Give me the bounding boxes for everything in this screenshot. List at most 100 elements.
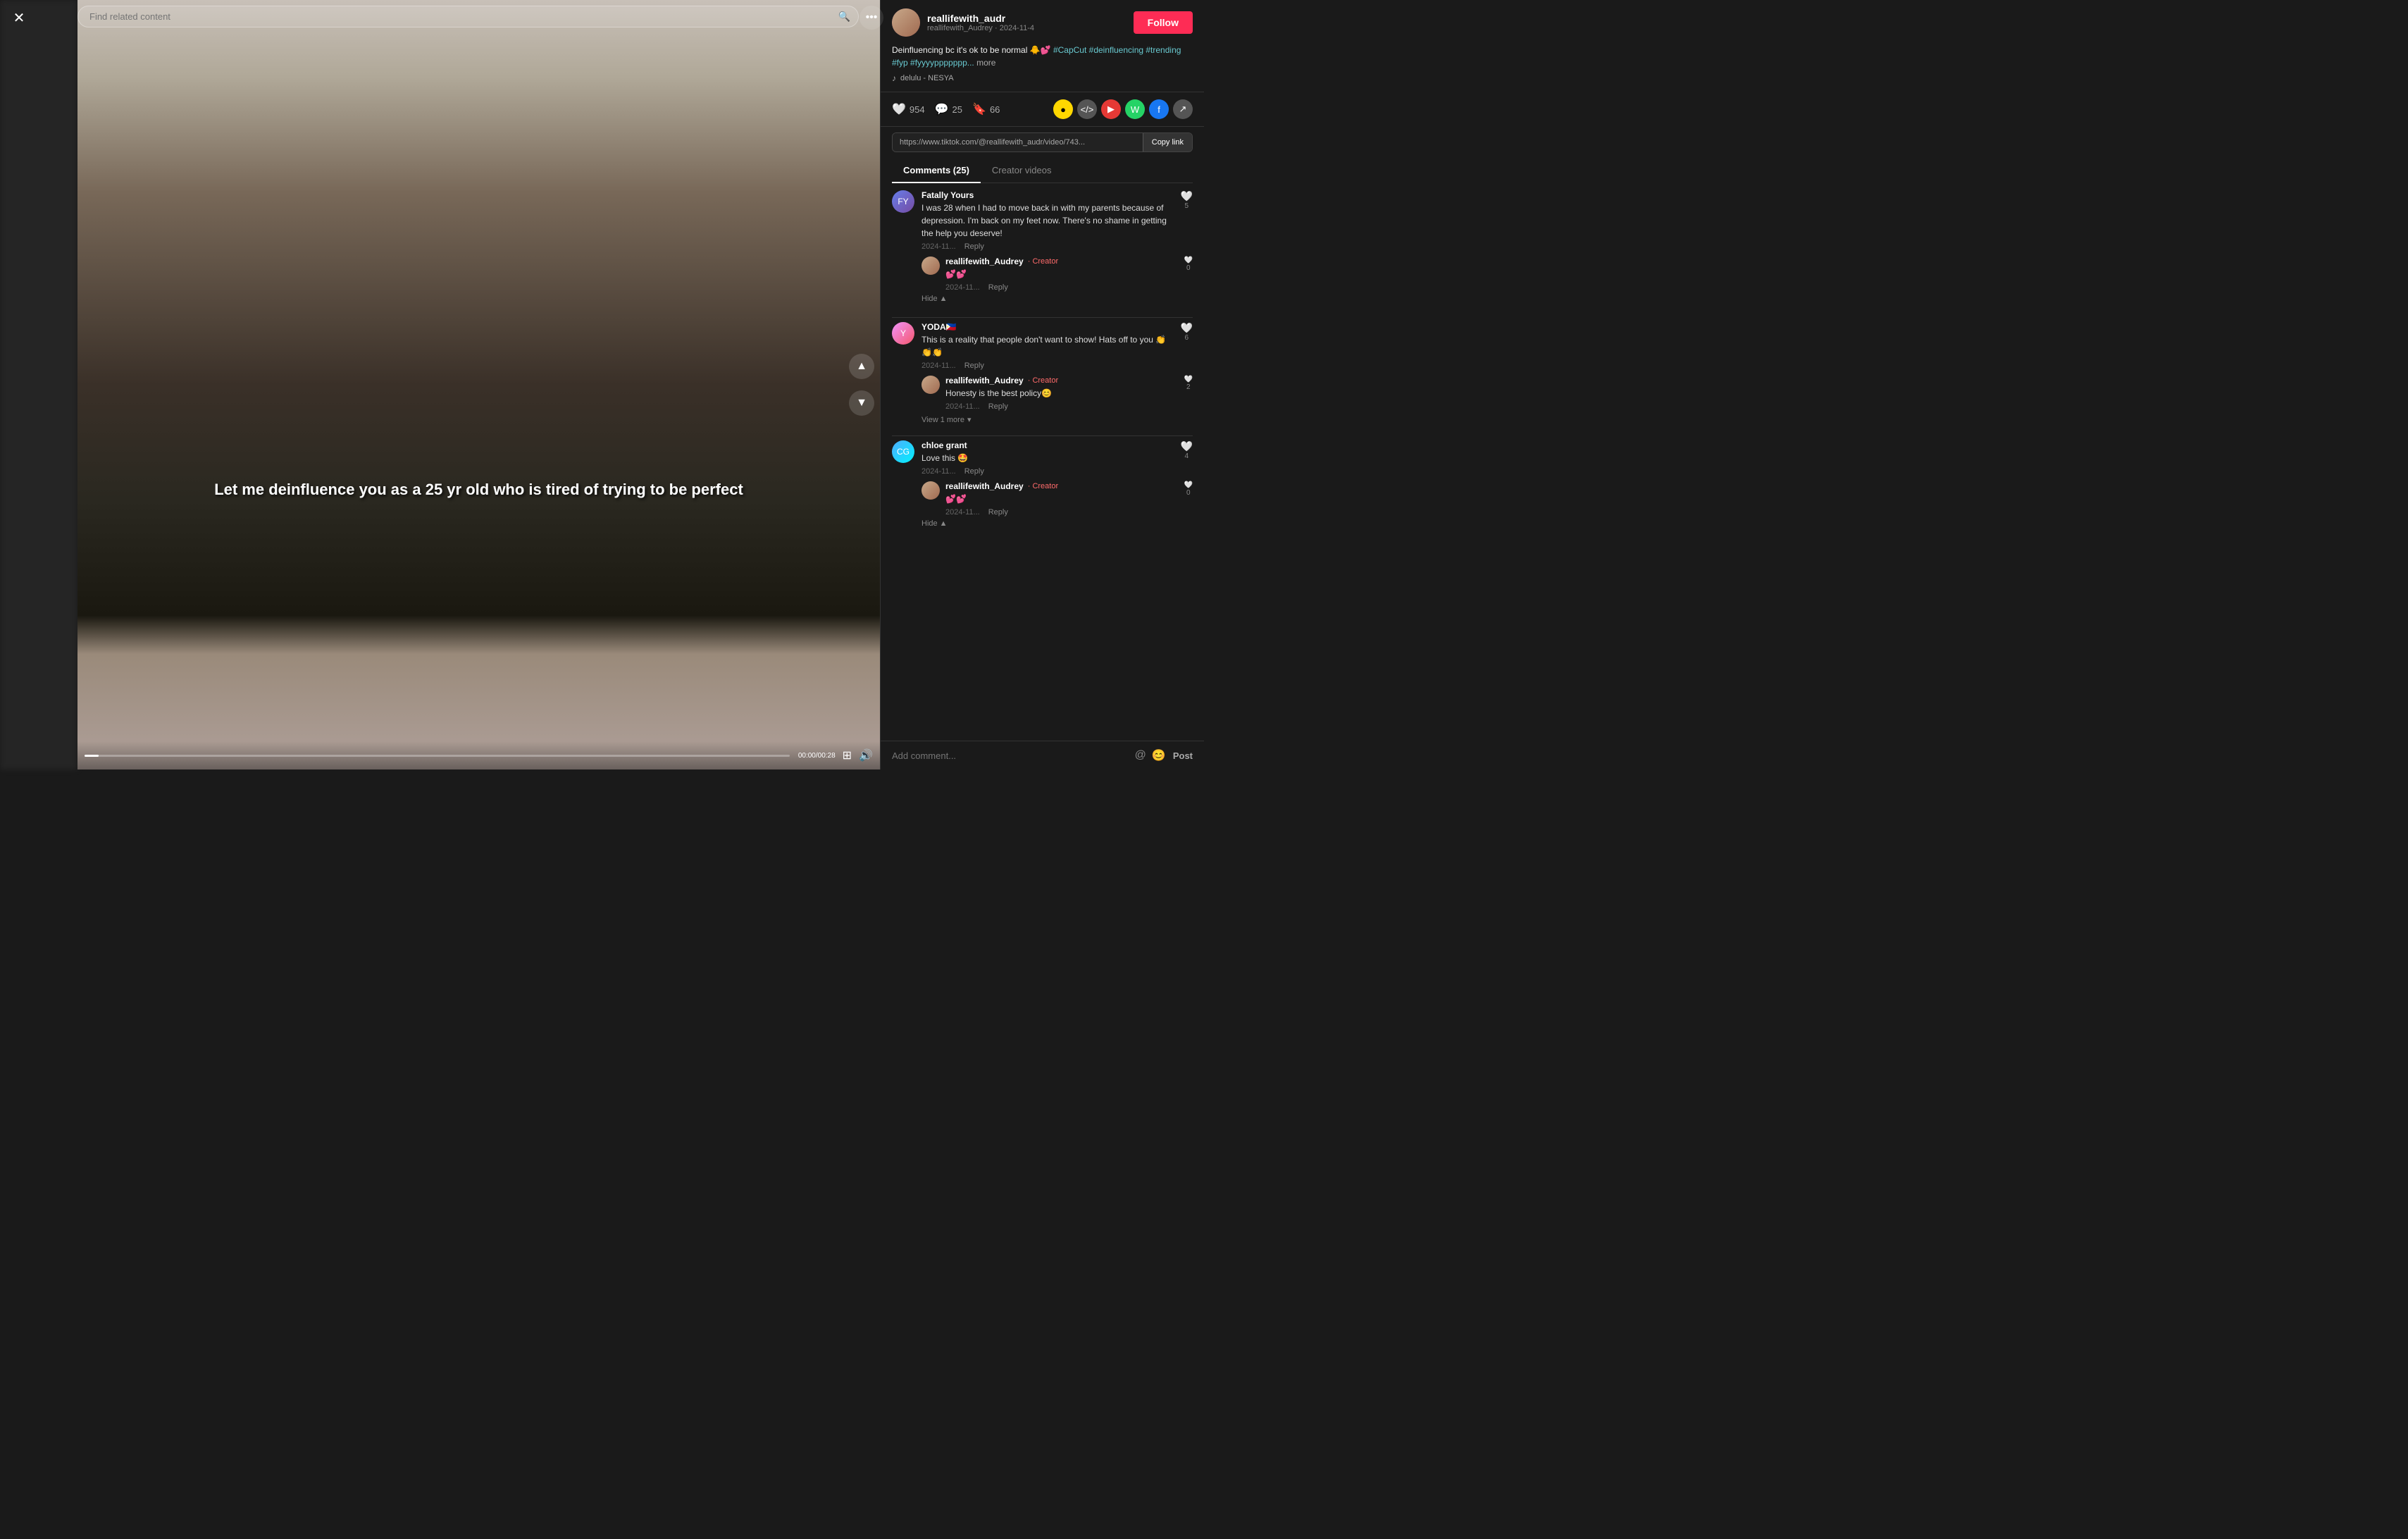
time-display: 00:00/00:28 <box>798 752 836 760</box>
emoji-icon[interactable]: 😊 <box>1152 748 1166 762</box>
creator-reply-date-2: 2024-11... <box>945 402 980 411</box>
like-action[interactable]: 🤍 954 <box>892 102 925 116</box>
hide-button-3[interactable]: Hide ▲ <box>921 517 1193 531</box>
sound-icon[interactable]: 🔊 <box>859 748 873 762</box>
at-icon[interactable]: @ <box>1135 749 1146 762</box>
creator-name-badge-1: reallifewith_Audrey · Creator <box>945 256 1179 266</box>
share-whatsapp-icon[interactable]: W <box>1125 99 1145 119</box>
divider-1 <box>892 317 1193 318</box>
creator-reply-meta-1: 2024-11... Reply <box>945 283 1179 292</box>
search-bar-wrap: 🔍 <box>77 6 859 27</box>
comment-avatar-1: FY <box>892 190 914 213</box>
like-count-2: 6 <box>1185 334 1189 342</box>
creator-reply-date-3: 2024-11... <box>945 508 980 517</box>
comment-reply-1[interactable]: Reply <box>964 242 984 251</box>
comment-like-2[interactable]: 🤍 6 <box>1181 322 1193 342</box>
view-more-button-2[interactable]: View 1 more ▾ <box>921 415 1193 424</box>
bookmark-icon: 🔖 <box>972 102 986 116</box>
search-input[interactable] <box>77 6 859 27</box>
share-forward-icon[interactable]: ↗ <box>1173 99 1193 119</box>
video-controls: 00:00/00:28 ⊞ 🔊 <box>77 741 880 770</box>
close-button[interactable]: ✕ <box>8 7 30 28</box>
reply-like-2[interactable]: 🤍 2 <box>1184 376 1193 391</box>
heart-icon: 🤍 <box>892 102 906 116</box>
comment-icon: 💬 <box>935 102 949 116</box>
reply-like-count-2: 2 <box>1186 383 1191 391</box>
heart-icon-2: 🤍 <box>1181 322 1193 334</box>
divider-2 <box>892 435 1193 436</box>
next-video-button[interactable]: ▼ <box>849 390 874 416</box>
creator-reply-btn-2[interactable]: Reply <box>988 402 1008 411</box>
comment-reply-2[interactable]: Reply <box>964 361 984 370</box>
creator-badge-name-3: reallifewith_Audrey <box>945 481 1024 491</box>
post-button[interactable]: Post <box>1173 750 1193 761</box>
share-code-icon[interactable]: </> <box>1077 99 1097 119</box>
video-person-layer <box>77 0 880 770</box>
creator-reply-avatar-1 <box>921 256 940 275</box>
reply-like-1[interactable]: 🤍 0 <box>1184 256 1193 272</box>
reply-heart-icon-1: 🤍 <box>1184 256 1193 264</box>
save-count: 66 <box>990 104 1000 115</box>
prev-video-button[interactable]: ▲ <box>849 354 874 379</box>
comment-block-1: FY Fatally Yours I was 28 when I had to … <box>892 190 1193 306</box>
creator-reply-date-1: 2024-11... <box>945 283 980 292</box>
comment-row-1: FY Fatally Yours I was 28 when I had to … <box>892 190 1193 251</box>
comment-like-1[interactable]: 🤍 5 <box>1181 190 1193 210</box>
creator-reply-1: reallifewith_Audrey · Creator 💕💕 2024-11… <box>921 256 1193 292</box>
actions-row: 🤍 954 💬 25 🔖 66 ● </> ▶ W f ↗ <box>881 92 1204 127</box>
creator-reply-btn-1[interactable]: Reply <box>988 283 1008 292</box>
comment-input[interactable] <box>892 750 1128 761</box>
video-content: Let me deinfluence you as a 25 yr old wh… <box>77 0 880 770</box>
comment-body-2: YODA🇵🇭 This is a reality that people don… <box>921 322 1174 370</box>
progress-bar[interactable] <box>85 755 790 757</box>
comment-count: 25 <box>952 104 962 115</box>
comment-meta-3: 2024-11... Reply <box>921 467 1174 476</box>
comment-like-3[interactable]: 🤍 4 <box>1181 440 1193 460</box>
copy-video-icon[interactable]: ⊞ <box>843 748 852 762</box>
creator-reply-meta-2: 2024-11... Reply <box>945 402 1179 411</box>
comment-input-icons: @ 😊 <box>1135 748 1166 762</box>
creator-name-badge-3: reallifewith_Audrey · Creator <box>945 481 1179 491</box>
share-icons: ● </> ▶ W f ↗ <box>1053 99 1193 119</box>
reply-like-3[interactable]: 🤍 0 <box>1184 481 1193 497</box>
save-action[interactable]: 🔖 66 <box>972 102 1000 116</box>
link-bar: https://www.tiktok.com/@reallifewith_aud… <box>892 132 1193 152</box>
reply-like-count-1: 0 <box>1186 264 1191 272</box>
creator-name-badge-2: reallifewith_Audrey · Creator <box>945 376 1179 385</box>
more-link[interactable]: more <box>976 58 995 68</box>
creator-reply-avatar-2 <box>921 376 940 394</box>
share-red-icon[interactable]: ▶ <box>1101 99 1121 119</box>
right-panel: reallifewith_audr reallifewith_Audrey · … <box>880 0 1204 770</box>
creator-reply-btn-3[interactable]: Reply <box>988 508 1008 517</box>
comment-action[interactable]: 💬 25 <box>935 102 962 116</box>
creator-badge-name-2: reallifewith_Audrey <box>945 376 1024 385</box>
hide-button-1[interactable]: Hide ▲ <box>921 292 1193 306</box>
share-facebook-icon[interactable]: f <box>1149 99 1169 119</box>
tab-creator-videos[interactable]: Creator videos <box>981 158 1063 183</box>
main-container: ✕ 🔍 ••• Let me deinfluence you as a 25 y… <box>0 0 1204 770</box>
music-info: ♪ delulu - NESYA <box>892 73 1193 83</box>
creator-label-2: · Creator <box>1028 376 1058 385</box>
comment-text-1: I was 28 when I had to move back in with… <box>921 202 1174 240</box>
comment-body-1: Fatally Yours I was 28 when I had to mov… <box>921 190 1174 251</box>
video-area: Let me deinfluence you as a 25 yr old wh… <box>77 0 880 770</box>
share-gold-icon[interactable]: ● <box>1053 99 1073 119</box>
comment-username-2: YODA🇵🇭 <box>921 322 1174 332</box>
more-options-button[interactable]: ••• <box>859 6 883 30</box>
creator-reply-meta-3: 2024-11... Reply <box>945 508 1179 517</box>
like-count-1: 5 <box>1185 202 1189 210</box>
comment-avatar-2: Y <box>892 322 914 345</box>
progress-fill <box>85 755 99 757</box>
tab-comments[interactable]: Comments (25) <box>892 158 981 183</box>
search-icon[interactable]: 🔍 <box>838 11 850 23</box>
reply-like-count-3: 0 <box>1186 489 1191 497</box>
tabs-row: Comments (25) Creator videos <box>892 158 1193 183</box>
copy-link-button[interactable]: Copy link <box>1143 133 1192 152</box>
reply-heart-icon-2: 🤍 <box>1184 376 1193 383</box>
creator-reply-text-3: 💕💕 <box>945 493 1179 505</box>
comment-body-3: chloe grant Love this 🤩 2024-11... Reply <box>921 440 1174 476</box>
link-url: https://www.tiktok.com/@reallifewith_aud… <box>893 133 1143 152</box>
comment-username-3: chloe grant <box>921 440 1174 450</box>
comment-reply-3[interactable]: Reply <box>964 467 984 476</box>
music-icon: ♪ <box>892 73 896 83</box>
